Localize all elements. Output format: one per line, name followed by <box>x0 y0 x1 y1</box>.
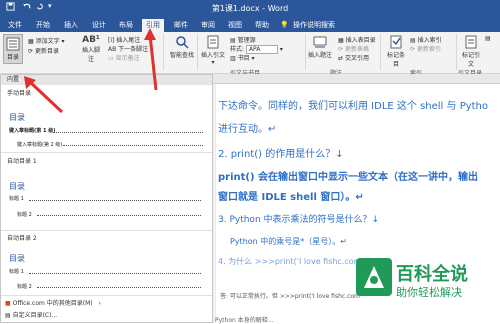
watermark-badge <box>356 258 392 296</box>
arrow-head <box>144 28 156 40</box>
watermark-logo: 百科全说 助你轻松解决 <box>356 258 500 323</box>
red-arrow-to-toc-button <box>28 80 64 114</box>
watermark-subtitle: 助你轻松解决 <box>396 286 462 299</box>
red-arrow-to-references-tab <box>148 34 158 91</box>
watermark-title: 百科全说 <box>396 264 468 285</box>
